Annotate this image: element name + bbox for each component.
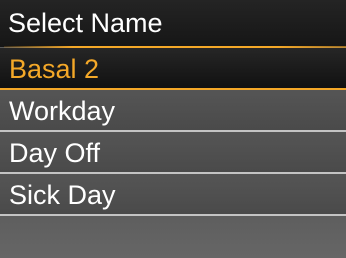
list-item-label: Basal 2	[9, 54, 100, 84]
select-name-screen: Select Name Basal 2 Workday Day Off Sick…	[0, 0, 346, 258]
list-item-basal-2[interactable]: Basal 2	[0, 48, 346, 90]
empty-list-area	[0, 216, 346, 258]
list-item-day-off[interactable]: Day Off	[0, 132, 346, 174]
list-item-workday[interactable]: Workday	[0, 90, 346, 132]
page-title: Select Name	[8, 8, 163, 38]
name-list: Basal 2 Workday Day Off Sick Day	[0, 48, 346, 216]
list-item-sick-day[interactable]: Sick Day	[0, 174, 346, 216]
list-item-label: Day Off	[9, 138, 101, 168]
list-item-label: Workday	[9, 96, 116, 126]
list-item-label: Sick Day	[9, 180, 116, 210]
header-bar: Select Name	[0, 0, 346, 47]
